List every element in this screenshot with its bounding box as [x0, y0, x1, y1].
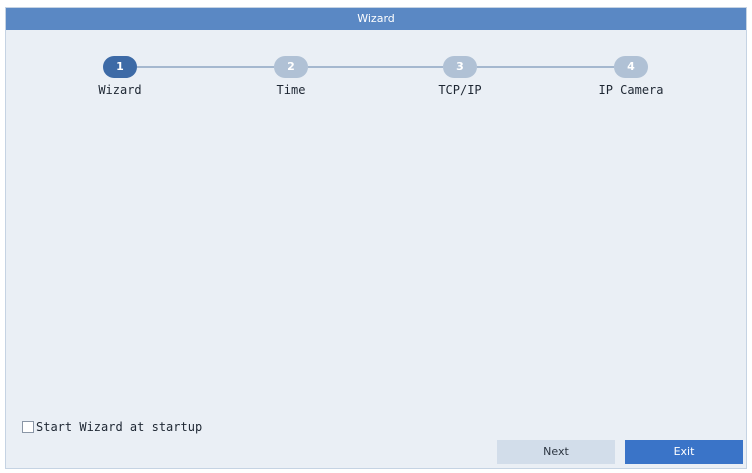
- exit-button[interactable]: Exit: [625, 440, 743, 464]
- wizard-window: Wizard 1 Wizard 2 Time 3 TCP/IP 4 IP Cam…: [5, 7, 747, 469]
- step-3-label: TCP/IP: [438, 83, 482, 97]
- start-wizard-checkbox[interactable]: [22, 421, 34, 433]
- step-3-circle: 3: [443, 56, 477, 78]
- next-button[interactable]: Next: [497, 440, 615, 464]
- wizard-steps: 1 Wizard 2 Time 3 TCP/IP 4 IP Camera: [6, 30, 746, 110]
- step-1-label: Wizard: [98, 83, 142, 97]
- step-2-circle: 2: [274, 56, 308, 78]
- step-4-label: IP Camera: [598, 83, 664, 97]
- window-title: Wizard: [6, 8, 746, 30]
- start-wizard-label: Start Wizard at startup: [36, 420, 203, 434]
- step-2-label: Time: [276, 83, 306, 97]
- step-4-circle: 4: [614, 56, 648, 78]
- step-connector-1-2: [137, 66, 274, 68]
- step-connector-3-4: [477, 66, 614, 68]
- step-1-circle: 1: [103, 56, 137, 78]
- start-wizard-option[interactable]: Start Wizard at startup: [22, 420, 202, 434]
- step-connector-2-3: [308, 66, 443, 68]
